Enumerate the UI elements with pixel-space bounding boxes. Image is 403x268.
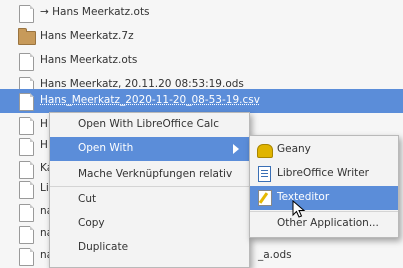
file-name: Hans Meerkatz.7z (40, 30, 134, 42)
file-icon (19, 138, 34, 156)
link-file-icon (19, 181, 34, 199)
duplicate-item[interactable]: Duplicate (50, 236, 249, 260)
writer-item[interactable]: LibreOffice Writer (250, 162, 398, 186)
file-row[interactable]: Hans Meerkatz.7z (0, 25, 403, 49)
other-application-item[interactable]: Other Application... (250, 212, 398, 236)
menu-item-label: Mache Verknüpfungen relativ (78, 168, 233, 180)
menu-separator (50, 186, 249, 187)
text-editor-app-icon (256, 189, 272, 206)
open-with-submenu: Geany LibreOffice Writer Texteditor Othe… (249, 135, 399, 238)
writer-app-icon (256, 165, 272, 182)
menu-item-label: Open With LibreOffice Calc (78, 118, 219, 130)
file-icon (19, 248, 34, 266)
archive-folder-icon (18, 28, 36, 45)
file-name: Li (40, 182, 49, 194)
file-row-selected[interactable]: Hans_Meerkatz_2020-11-20_08-53-19.csv (0, 89, 403, 113)
file-name: Hans Meerkatz.ots (40, 54, 138, 66)
open-with-calc-item[interactable]: Open With LibreOffice Calc (50, 113, 249, 137)
menu-item-label: Cut (78, 193, 97, 205)
partial-file-name: _a.ods (258, 249, 292, 261)
file-icon (19, 117, 34, 135)
menu-item-label: Duplicate (78, 241, 129, 253)
open-with-item[interactable]: Open With (50, 137, 249, 161)
file-name: H (40, 139, 48, 151)
file-icon (19, 226, 34, 244)
mouse-pointer-icon (292, 200, 306, 218)
menu-item-label: Copy (78, 217, 105, 229)
texteditor-item[interactable]: Texteditor (250, 186, 398, 210)
menu-item-label: Geany (277, 143, 311, 155)
file-name: → Hans Meerkatz.ots (40, 6, 150, 18)
file-name: Hans_Meerkatz_2020-11-20_08-53-19.csv (40, 94, 260, 106)
file-icon (19, 204, 34, 222)
file-icon (19, 93, 34, 111)
file-name: H (40, 118, 48, 130)
file-icon (19, 5, 34, 23)
geany-item[interactable]: Geany (250, 138, 398, 162)
context-menu: Open With LibreOffice Calc Open With Mac… (49, 112, 250, 268)
submenu-arrow-icon (233, 144, 239, 154)
file-icon (19, 53, 34, 71)
cut-item[interactable]: Cut (50, 188, 249, 212)
file-row[interactable]: Hans Meerkatz.ots (0, 49, 403, 73)
file-row[interactable]: → Hans Meerkatz.ots (0, 1, 403, 25)
menu-item-label: Open With (78, 142, 134, 154)
relative-links-item[interactable]: Mache Verknüpfungen relativ (50, 163, 249, 187)
geany-app-icon (256, 141, 273, 158)
menu-item-label: LibreOffice Writer (277, 167, 370, 179)
copy-item[interactable]: Copy (50, 212, 249, 236)
